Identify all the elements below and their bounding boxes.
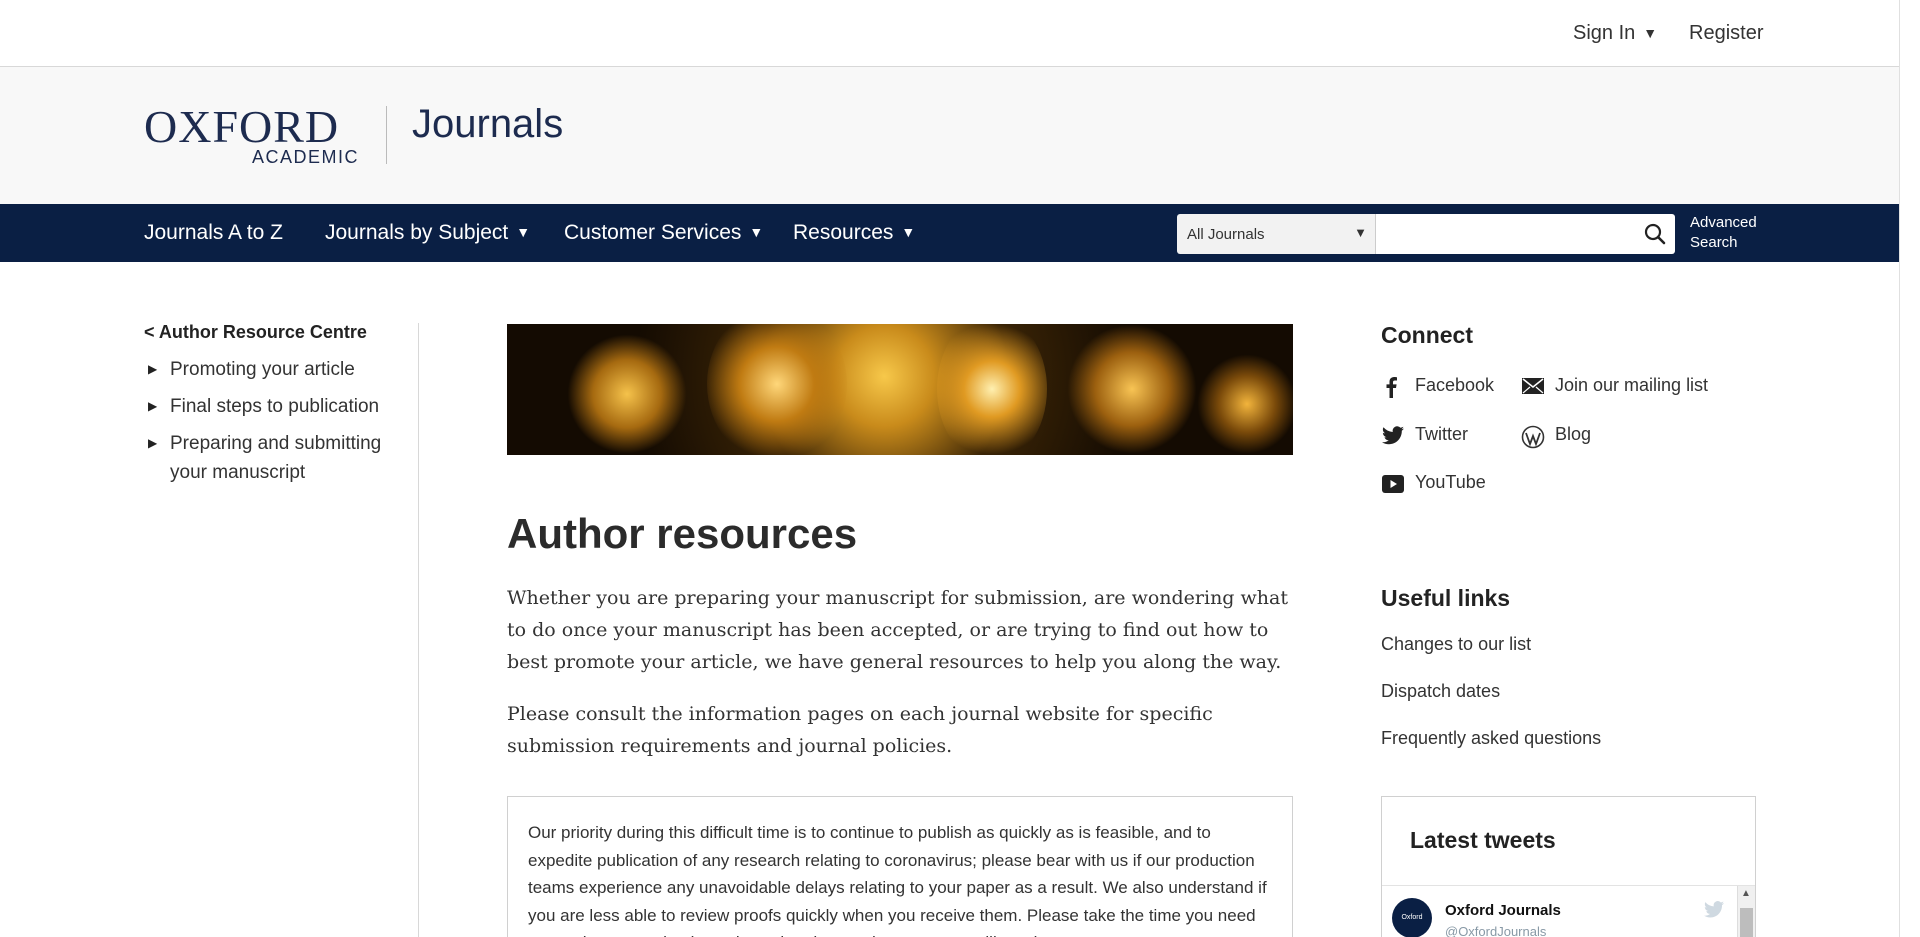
useful-link-changes-to-list[interactable]: Changes to our list bbox=[1381, 634, 1756, 655]
caret-down-icon: ▼ bbox=[516, 224, 531, 240]
twitter-link[interactable]: Twitter bbox=[1381, 424, 1468, 445]
nav-journals-by-subject[interactable]: Journals by Subject ▼ bbox=[325, 221, 530, 245]
section-sidebar: < Author Resource Centre ▶ Promoting your… bbox=[144, 322, 414, 495]
useful-link-faq[interactable]: Frequently asked questions bbox=[1381, 728, 1756, 749]
sidebar-item-preparing[interactable]: ▶ Preparing and submitting your manuscrip… bbox=[144, 429, 414, 487]
search-input[interactable] bbox=[1376, 214, 1626, 252]
back-to-author-resource-centre[interactable]: < Author Resource Centre bbox=[144, 322, 414, 343]
mailing-list-link[interactable]: Join our mailing list bbox=[1521, 375, 1708, 396]
nav-journals-a-to-z[interactable]: Journals A to Z bbox=[144, 221, 283, 245]
triangle-right-icon: ▶ bbox=[148, 436, 158, 450]
mailing-list-label: Join our mailing list bbox=[1555, 375, 1709, 395]
sidebar-list: ▶ Promoting your article ▶ Final steps to … bbox=[144, 355, 414, 487]
tweet-account-handle[interactable]: @OxfordJournals bbox=[1445, 924, 1546, 937]
sign-in-menu[interactable]: Sign In ▼ bbox=[1573, 22, 1657, 45]
advanced-search-link[interactable]: Advanced Search bbox=[1690, 213, 1757, 253]
advanced-search-line2: Search bbox=[1690, 234, 1738, 251]
tweet-feed-scrollbar[interactable]: ▲ bbox=[1737, 886, 1755, 937]
useful-link-dispatch-dates[interactable]: Dispatch dates bbox=[1381, 681, 1756, 702]
youtube-link[interactable]: YouTube bbox=[1381, 472, 1486, 493]
sidebar-item-final-steps[interactable]: ▶ Final steps to publication bbox=[144, 392, 414, 421]
nav-label: Journals A to Z bbox=[144, 221, 283, 244]
search-scope-value: All Journals bbox=[1187, 226, 1265, 243]
advanced-search-line1: Advanced bbox=[1690, 214, 1757, 231]
top-utility-bar: Sign In ▼ Register bbox=[0, 0, 1899, 67]
main-navigation: Journals A to Z Journals by Subject ▼ Cus… bbox=[0, 204, 1899, 262]
sidebar-item-promoting[interactable]: ▶ Promoting your article bbox=[144, 355, 414, 384]
search-scope-select[interactable]: All Journals ▼ bbox=[1177, 214, 1375, 254]
scroll-up-icon[interactable]: ▲ bbox=[1741, 888, 1751, 899]
sign-in-label: Sign In bbox=[1573, 22, 1636, 44]
triangle-right-icon: ▶ bbox=[148, 399, 158, 413]
sidebar-divider bbox=[418, 323, 419, 937]
sidebar-item-label: Promoting your article bbox=[170, 359, 355, 380]
logo-main-text: OXFORD bbox=[144, 101, 340, 152]
nav-resources[interactable]: Resources ▼ bbox=[793, 221, 915, 245]
tweet-feed[interactable]: Oxford Journals Oxford Journals @OxfordJ… bbox=[1382, 885, 1755, 937]
sidebar-item-label: Final steps to publication bbox=[170, 396, 380, 417]
brand-header: OXFORD ACADEMIC Journals bbox=[0, 67, 1899, 204]
hero-image-light-bulbs bbox=[507, 324, 1293, 455]
triangle-right-icon: ▶ bbox=[148, 362, 158, 376]
search-box bbox=[1375, 214, 1675, 254]
caret-down-icon: ▼ bbox=[901, 224, 916, 240]
youtube-icon bbox=[1382, 475, 1404, 493]
connect-links: Facebook Join our mailing list Twitter B… bbox=[1381, 349, 1756, 539]
facebook-icon bbox=[1386, 377, 1397, 398]
useful-links: Useful links Changes to our list Dispatc… bbox=[1381, 585, 1756, 749]
site-name[interactable]: Journals bbox=[412, 102, 563, 147]
caret-down-icon: ▼ bbox=[1354, 225, 1367, 240]
sidebar-item-label: Preparing and submitting your manuscript bbox=[170, 433, 382, 483]
covid-notice-box: Our priority during this difficult time … bbox=[507, 796, 1293, 937]
brand-divider bbox=[386, 106, 387, 164]
scrollbar-thumb[interactable] bbox=[1740, 908, 1753, 937]
useful-links-heading: Useful links bbox=[1381, 585, 1511, 611]
wordpress-icon bbox=[1521, 425, 1545, 449]
twitter-icon bbox=[1704, 901, 1724, 918]
nav-label: Resources bbox=[793, 221, 894, 244]
facebook-link[interactable]: Facebook bbox=[1381, 375, 1494, 398]
avatar[interactable]: Oxford Journals bbox=[1392, 898, 1432, 937]
intro-paragraph: Please consult the information pages on … bbox=[507, 703, 1213, 757]
page-scrollbar[interactable] bbox=[1899, 0, 1920, 937]
twitter-icon bbox=[1382, 426, 1404, 445]
nav-label: Customer Services bbox=[564, 221, 742, 244]
latest-tweets-widget: Latest tweets Oxford Journals Oxford Jou… bbox=[1381, 796, 1756, 937]
caret-down-icon: ▼ bbox=[749, 224, 764, 240]
tweet-account-name[interactable]: Oxford Journals bbox=[1445, 902, 1561, 919]
intro-paragraph: Whether you are preparing your manuscrip… bbox=[507, 587, 1288, 673]
caret-down-icon: ▼ bbox=[1643, 25, 1658, 41]
nav-customer-services[interactable]: Customer Services ▼ bbox=[564, 221, 763, 245]
search-icon[interactable] bbox=[1643, 222, 1667, 246]
connect-heading: Connect bbox=[1381, 322, 1473, 348]
oxford-academic-logo[interactable]: OXFORD ACADEMIC bbox=[144, 101, 360, 168]
right-sidebar: Connect Facebook Join our mailing list T… bbox=[1381, 322, 1756, 749]
latest-tweets-heading: Latest tweets bbox=[1410, 827, 1556, 853]
blog-link[interactable]: Blog bbox=[1521, 424, 1591, 449]
mail-icon bbox=[1522, 378, 1544, 394]
nav-label: Journals by Subject bbox=[325, 221, 509, 244]
page-title: Author resources bbox=[507, 510, 858, 557]
register-link[interactable]: Register bbox=[1689, 22, 1763, 45]
logo-sub-text: ACADEMIC bbox=[252, 147, 360, 167]
main-content: Author resources Whether you are prepari… bbox=[507, 324, 1293, 937]
